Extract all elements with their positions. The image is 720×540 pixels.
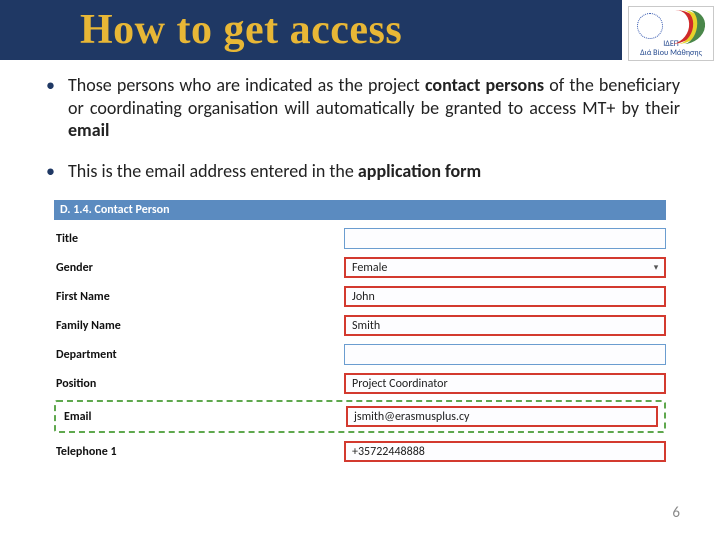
row-department: Department <box>54 344 666 365</box>
bullet-list: Those persons who are indicated as the p… <box>40 74 680 182</box>
field-telephone1[interactable]: +35722448888 <box>344 441 666 462</box>
slide-title: How to get access <box>80 6 402 54</box>
logo-text-2: Διά Βίου Μάθησης <box>640 49 702 57</box>
row-telephone1: Telephone 1 +35722448888 <box>54 441 666 462</box>
value-email: jsmith@erasmusplus.cy <box>354 410 469 424</box>
row-first-name: First Name John <box>54 286 666 307</box>
field-position[interactable]: Project Coordinator <box>344 373 666 394</box>
bullet-2-text: This is the email address entered in the <box>68 160 358 182</box>
row-email: Email jsmith@erasmusplus.cy <box>62 406 658 427</box>
row-title: Title <box>54 228 666 249</box>
body-content: Those persons who are indicated as the p… <box>0 60 720 462</box>
form-section-header: D. 1.4. Contact Person <box>54 200 666 220</box>
label-family-name: Family Name <box>54 319 344 333</box>
bullet-2-bold: application form <box>358 160 481 182</box>
logo-graphic <box>635 10 707 39</box>
label-department: Department <box>54 348 344 362</box>
row-gender: Gender Female ▾ <box>54 257 666 278</box>
bullet-1-bold-a: contact persons <box>425 74 544 96</box>
value-position: Project Coordinator <box>352 377 448 391</box>
field-family-name[interactable]: Smith <box>344 315 666 336</box>
value-first-name: John <box>352 290 375 304</box>
value-gender: Female <box>352 261 387 275</box>
row-family-name: Family Name Smith <box>54 315 666 336</box>
field-department[interactable] <box>344 344 666 365</box>
email-highlight-box: Email jsmith@erasmusplus.cy <box>54 400 666 433</box>
field-email[interactable]: jsmith@erasmusplus.cy <box>346 406 658 427</box>
field-first-name[interactable]: John <box>344 286 666 307</box>
idep-logo: ΙΔΕΠ Διά Βίου Μάθησης <box>628 6 714 61</box>
field-title[interactable] <box>344 228 666 249</box>
bullet-2: This is the email address entered in the… <box>40 160 680 183</box>
dropdown-icon[interactable]: ▾ <box>650 261 662 274</box>
title-bar: How to get access <box>0 0 622 60</box>
value-family-name: Smith <box>352 319 380 333</box>
value-telephone1: +35722448888 <box>352 445 425 459</box>
bullet-1: Those persons who are indicated as the p… <box>40 74 680 142</box>
bullet-1-text-a: Those persons who are indicated as the p… <box>68 74 425 96</box>
row-position: Position Project Coordinator <box>54 373 666 394</box>
bullet-1-bold-b: email <box>68 119 109 141</box>
page-number: 6 <box>672 504 680 522</box>
label-title: Title <box>54 232 344 246</box>
field-gender[interactable]: Female ▾ <box>344 257 666 278</box>
label-email: Email <box>62 410 346 424</box>
label-position: Position <box>54 377 344 391</box>
label-telephone1: Telephone 1 <box>54 445 344 459</box>
label-gender: Gender <box>54 261 344 275</box>
label-first-name: First Name <box>54 290 344 304</box>
contact-form-screenshot: D. 1.4. Contact Person Title Gender Fema… <box>54 200 666 462</box>
